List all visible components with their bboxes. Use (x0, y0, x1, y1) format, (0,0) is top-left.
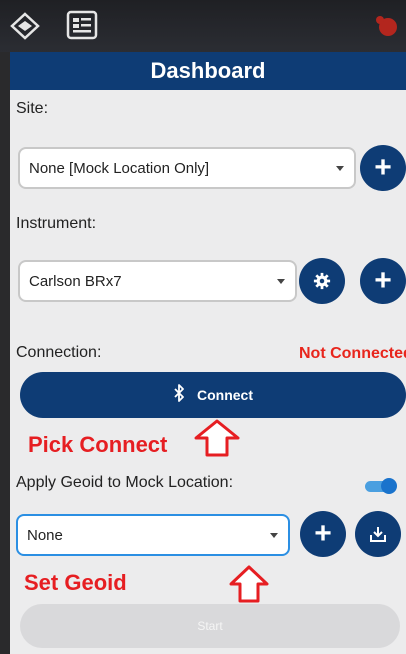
menu-list-icon[interactable] (66, 10, 98, 40)
bluetooth-icon (173, 383, 185, 407)
set-geoid-annotation: Set Geoid (24, 570, 127, 595)
status-bar (0, 0, 406, 52)
gear-icon (313, 272, 331, 290)
site-label: Site: (16, 100, 49, 117)
download-icon (370, 527, 386, 542)
add-geoid-button[interactable]: + (300, 511, 346, 557)
connection-label: Connection: (16, 344, 102, 361)
chevron-down-icon (336, 166, 344, 171)
company-logo-icon (376, 16, 397, 36)
apply-geoid-toggle[interactable] (365, 478, 397, 494)
toggle-knob (381, 478, 397, 494)
add-site-button[interactable]: + (360, 145, 406, 191)
instrument-label: Instrument: (16, 215, 97, 232)
instrument-select[interactable]: Carlson BRx7 (18, 260, 297, 302)
chevron-down-icon (277, 279, 285, 284)
geoid-select[interactable]: None (16, 514, 290, 556)
apply-geoid-label: Apply Geoid to Mock Location: (16, 474, 234, 491)
start-button[interactable]: Start (20, 604, 400, 648)
up-arrow-icon (194, 419, 240, 457)
download-geoid-button[interactable] (355, 511, 401, 557)
page-title: Dashboard (10, 52, 406, 90)
up-arrow-icon (229, 565, 269, 603)
site-select-value: None [Mock Location Only] (29, 159, 210, 177)
connection-status: Not Connected (299, 345, 406, 362)
app-logo-icon (10, 12, 40, 40)
connect-button[interactable]: Connect (20, 372, 406, 418)
site-select[interactable]: None [Mock Location Only] (18, 147, 356, 189)
chevron-down-icon (270, 533, 278, 538)
instrument-select-value: Carlson BRx7 (29, 272, 122, 290)
geoid-select-value: None (27, 526, 63, 544)
connect-button-label: Connect (197, 387, 253, 403)
instrument-settings-button[interactable] (299, 258, 345, 304)
add-instrument-button[interactable]: + (360, 258, 406, 304)
pick-connect-annotation: Pick Connect (28, 432, 168, 457)
dashboard-screen: Dashboard Site: None [Mock Location Only… (10, 52, 406, 654)
